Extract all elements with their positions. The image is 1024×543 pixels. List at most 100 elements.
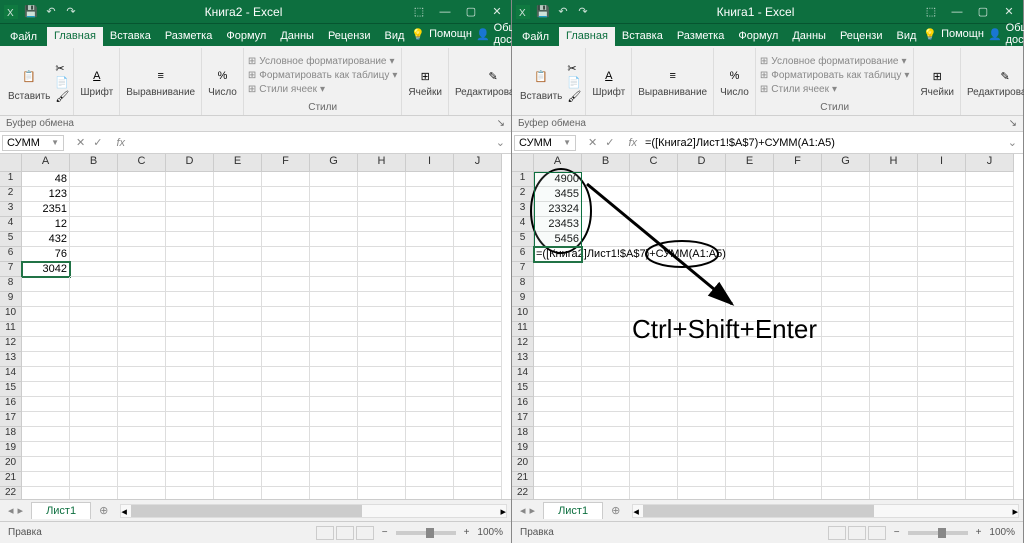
cell[interactable] <box>166 262 214 277</box>
cell[interactable] <box>70 172 118 187</box>
cell[interactable] <box>630 277 678 292</box>
cell[interactable] <box>70 397 118 412</box>
cell[interactable] <box>678 217 726 232</box>
share-icon[interactable]: 👤 <box>988 28 1002 41</box>
cell[interactable] <box>726 232 774 247</box>
cell[interactable] <box>630 232 678 247</box>
cell[interactable] <box>918 397 966 412</box>
cell[interactable] <box>918 292 966 307</box>
cell[interactable] <box>774 292 822 307</box>
cell[interactable] <box>630 382 678 397</box>
cell[interactable] <box>870 187 918 202</box>
tab-home[interactable]: Главная <box>559 27 615 46</box>
cell[interactable] <box>870 367 918 382</box>
cell[interactable] <box>166 412 214 427</box>
cell[interactable] <box>70 367 118 382</box>
number-button[interactable]: %Число <box>206 64 239 100</box>
cell[interactable] <box>310 172 358 187</box>
cell[interactable] <box>118 457 166 472</box>
tab-review[interactable]: Рецензи <box>833 27 890 46</box>
cell[interactable] <box>70 427 118 442</box>
cell[interactable] <box>774 412 822 427</box>
scroll-right-icon[interactable]: ▸ <box>500 505 506 518</box>
zoom-in-icon[interactable]: + <box>976 527 982 538</box>
zoom-slider[interactable] <box>908 531 968 535</box>
accept-formula-icon[interactable]: ✓ <box>93 136 102 149</box>
horizontal-scrollbar[interactable]: ◂▸ <box>632 504 1019 518</box>
cell[interactable] <box>582 442 630 457</box>
cell[interactable] <box>582 262 630 277</box>
tab-formulas[interactable]: Формул <box>731 27 785 46</box>
cell[interactable] <box>966 337 1014 352</box>
cell[interactable] <box>870 352 918 367</box>
cell[interactable]: 12 <box>22 217 70 232</box>
cell[interactable] <box>774 427 822 442</box>
cell[interactable] <box>870 217 918 232</box>
cell[interactable] <box>966 382 1014 397</box>
cell[interactable] <box>166 292 214 307</box>
cell[interactable] <box>966 367 1014 382</box>
cell[interactable] <box>630 187 678 202</box>
view-normal-icon[interactable] <box>828 526 846 540</box>
cell[interactable] <box>310 247 358 262</box>
cell[interactable] <box>214 292 262 307</box>
cell[interactable] <box>214 352 262 367</box>
row-header[interactable]: 21 <box>512 472 534 487</box>
cell[interactable] <box>454 367 502 382</box>
cell[interactable] <box>214 472 262 487</box>
cell[interactable] <box>310 187 358 202</box>
cell[interactable] <box>966 442 1014 457</box>
cell[interactable] <box>310 262 358 277</box>
cell[interactable] <box>966 262 1014 277</box>
cell[interactable] <box>214 172 262 187</box>
cell[interactable] <box>214 427 262 442</box>
cell[interactable] <box>166 232 214 247</box>
cell[interactable] <box>310 487 358 499</box>
row-header[interactable]: 14 <box>0 367 22 382</box>
cell[interactable] <box>918 487 966 499</box>
cell[interactable] <box>534 322 582 337</box>
column-header[interactable]: A <box>22 154 70 172</box>
cell[interactable] <box>406 187 454 202</box>
cell[interactable] <box>774 217 822 232</box>
cell[interactable] <box>918 172 966 187</box>
cell[interactable] <box>774 232 822 247</box>
cell[interactable] <box>454 397 502 412</box>
cell[interactable] <box>774 172 822 187</box>
cell[interactable] <box>870 277 918 292</box>
cell[interactable] <box>774 277 822 292</box>
cell[interactable] <box>630 412 678 427</box>
column-header[interactable]: F <box>262 154 310 172</box>
cell[interactable] <box>822 262 870 277</box>
cell[interactable] <box>310 442 358 457</box>
cell[interactable]: 48 <box>22 172 70 187</box>
editing-button[interactable]: ✎Редактирование <box>965 64 1024 100</box>
select-all-corner[interactable] <box>512 154 534 172</box>
cell[interactable] <box>118 322 166 337</box>
column-header[interactable]: C <box>630 154 678 172</box>
zoom-level[interactable]: 100% <box>989 527 1015 538</box>
cell[interactable] <box>918 457 966 472</box>
cell[interactable] <box>966 187 1014 202</box>
cell[interactable] <box>918 412 966 427</box>
cell[interactable] <box>966 217 1014 232</box>
next-sheet-icon[interactable]: ▸ <box>530 504 536 517</box>
cell[interactable] <box>454 382 502 397</box>
row-header[interactable]: 10 <box>512 307 534 322</box>
cell[interactable] <box>214 307 262 322</box>
cell[interactable] <box>966 397 1014 412</box>
cell[interactable] <box>310 217 358 232</box>
cell[interactable]: 3042 <box>22 262 70 277</box>
cell[interactable] <box>118 232 166 247</box>
cell[interactable] <box>454 277 502 292</box>
cell[interactable] <box>70 262 118 277</box>
cell[interactable] <box>358 187 406 202</box>
row-header[interactable]: 3 <box>0 202 22 217</box>
fx-icon[interactable]: fx <box>112 137 129 149</box>
cell[interactable] <box>918 202 966 217</box>
cell[interactable] <box>918 337 966 352</box>
cell[interactable] <box>870 322 918 337</box>
cell[interactable] <box>822 382 870 397</box>
cell[interactable] <box>310 427 358 442</box>
cell[interactable] <box>630 427 678 442</box>
